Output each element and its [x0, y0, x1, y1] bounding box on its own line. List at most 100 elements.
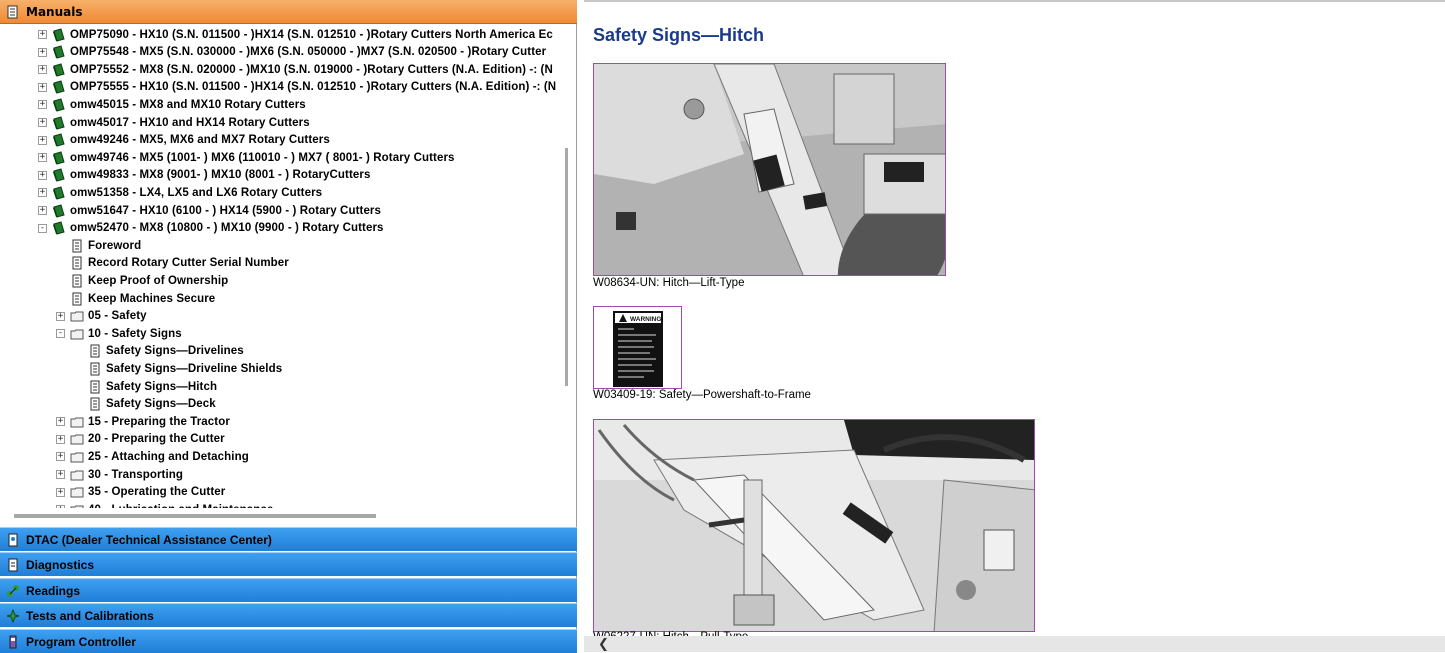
book-icon [53, 168, 65, 182]
tree-item[interactable]: +15 - Preparing the Tractor [56, 413, 230, 430]
expand-icon[interactable]: + [38, 47, 47, 57]
folder-icon [70, 311, 84, 322]
tree-item[interactable]: Keep Proof of Ownership [56, 272, 228, 289]
book-icon [53, 221, 65, 235]
book-icon [53, 27, 65, 42]
tree-item-label: OMP75090 - HX10 (S.N. 011500 - )HX14 (S.… [70, 28, 553, 41]
manuals-tree[interactable]: + OMP75090 - HX10 (S.N. 011500 - )HX14 (S… [6, 24, 566, 508]
tree-item[interactable]: + omw45017 - HX10 and HX14 Rotary Cutters [38, 114, 310, 131]
tree-item[interactable]: - 10 - Safety Signs [56, 325, 182, 342]
tree-item[interactable]: + omw51647 - HX10 (6100 - ) HX14 (5900 - … [38, 202, 381, 219]
warning-decal-text: WARNING [630, 316, 661, 323]
tree-item[interactable]: - omw52470 - MX8 (10800 - ) MX10 (9900 - … [38, 220, 384, 237]
tree-item[interactable]: + omw49746 - MX5 (1001- ) MX6 (110010 - )… [38, 149, 455, 166]
expand-icon[interactable]: + [38, 206, 47, 215]
page-title: Safety Signs—Hitch [593, 25, 765, 45]
expand-icon[interactable]: + [38, 30, 47, 39]
page-icon [90, 362, 100, 376]
folder-icon [70, 487, 84, 498]
tree-item[interactable]: + OMP75552 - MX8 (S.N. 020000 - )MX10 (S.… [38, 61, 553, 78]
tree-item-label: 25 - Attaching and Detaching [88, 450, 249, 463]
scroll-left-icon[interactable]: ❮ [598, 637, 609, 652]
tree-item[interactable]: +25 - Attaching and Detaching [56, 448, 249, 465]
expand-icon[interactable]: + [56, 505, 65, 508]
tree-item-label: omw45015 - MX8 and MX10 Rotary Cutters [70, 98, 306, 111]
readings-icon [7, 584, 19, 597]
expand-icon[interactable]: + [56, 452, 65, 462]
expand-icon[interactable]: + [56, 487, 65, 497]
figure-caption: W03409-19: Safety—Powershaft-to-Frame [593, 389, 811, 401]
expand-icon[interactable]: + [38, 82, 47, 92]
tree-item-label: Foreword [88, 239, 142, 252]
expand-icon[interactable]: + [56, 311, 65, 321]
tree-item[interactable]: +05 - Safety [56, 308, 147, 325]
tree-item-label: 10 - Safety Signs [88, 327, 182, 340]
accordion-readings[interactable]: Readings [0, 578, 577, 602]
page-icon [72, 274, 82, 288]
figure-safety-powershaft[interactable]: WARNING [593, 306, 682, 389]
tree-item[interactable]: + omw49246 - MX5, MX6 and MX7 Rotary Cutt… [38, 132, 330, 149]
manuals-header[interactable]: Manuals [0, 0, 577, 24]
tree-item[interactable]: +40 - Lubrication and Maintenance [56, 501, 273, 508]
tree-item-label: Safety Signs—Hitch [106, 380, 218, 393]
content-horizontal-scrollbar[interactable]: ❮ [584, 636, 1445, 652]
book-icon [53, 151, 65, 165]
tree-item[interactable]: + omw49833 - MX8 (9001- ) MX10 (8001 - ) … [38, 167, 370, 184]
collapse-icon[interactable]: - [38, 223, 47, 233]
expand-icon[interactable]: + [56, 470, 65, 479]
figure-hitch-pull-type[interactable] [593, 419, 1035, 632]
folder-icon [70, 434, 84, 445]
tree-item[interactable]: Record Rotary Cutter Serial Number [56, 255, 289, 272]
tree-item-label: omw51647 - HX10 (6100 - ) HX14 (5900 - )… [70, 204, 382, 217]
expand-icon[interactable]: + [56, 417, 65, 427]
book-icon [53, 186, 65, 200]
expand-icon[interactable]: + [38, 170, 47, 180]
expand-icon[interactable]: + [38, 65, 47, 75]
accordion-tests[interactable]: Tests and Calibrations [0, 603, 577, 627]
tree-item[interactable]: + omw51358 - LX4, LX5 and LX6 Rotary Cutt… [38, 184, 322, 201]
expand-icon[interactable]: + [38, 135, 47, 145]
expand-icon[interactable]: + [38, 118, 47, 127]
tree-item-label: 40 - Lubrication and Maintenance [88, 504, 273, 508]
tree-item[interactable]: + OMP75548 - MX5 (S.N. 030000 - )MX6 (S.N… [38, 44, 546, 61]
expand-icon[interactable]: + [38, 188, 47, 198]
hitch-lift-type-image [594, 64, 945, 275]
tree-vertical-scrollbar[interactable] [564, 26, 570, 506]
page-icon [72, 256, 82, 270]
tree-item[interactable]: Safety Signs—Hitch [74, 378, 217, 395]
tree-item[interactable]: Keep Machines Secure [56, 290, 215, 307]
accordion-label: Readings [26, 583, 81, 598]
tree-item[interactable]: Safety Signs—Driveline Shields [74, 360, 282, 377]
tree-item[interactable]: Foreword [56, 237, 141, 254]
accordion-label: DTAC (Dealer Technical Assistance Center… [26, 532, 272, 547]
tree-item[interactable]: +30 - Transporting [56, 466, 183, 483]
tree-item[interactable]: +35 - Operating the Cutter [56, 484, 225, 501]
expand-icon[interactable]: + [38, 100, 47, 110]
tree-horizontal-scrollbar[interactable] [14, 514, 376, 518]
tree-item[interactable]: + OMP75555 - HX10 (S.N. 011500 - )HX14 (S… [38, 79, 556, 96]
expand-icon[interactable]: + [56, 434, 65, 444]
diagnostics-icon [8, 558, 18, 571]
accordion-label: Tests and Calibrations [26, 608, 154, 623]
tree-item-label: Safety Signs—Driveline Shields [106, 362, 283, 375]
accordion-dtac[interactable]: DTAC (Dealer Technical Assistance Center… [0, 527, 577, 551]
tree-item[interactable]: Safety Signs—Deck [74, 396, 216, 413]
tree-item[interactable]: + OMP75090 - HX10 (S.N. 011500 - )HX14 (S… [38, 26, 553, 43]
tree-item[interactable]: + omw45015 - MX8 and MX10 Rotary Cutters [38, 96, 306, 113]
accordion-program-controller[interactable]: Program Controller [0, 629, 577, 653]
accordion-label: Program Controller [26, 634, 137, 649]
manuals-header-label: Manuals [26, 4, 83, 19]
accordion-label: Diagnostics [26, 557, 95, 572]
book-icon [53, 80, 65, 94]
expand-icon[interactable]: + [38, 153, 47, 163]
tree-item[interactable]: Safety Signs—Drivelines [74, 343, 244, 360]
tree-item-label: OMP75555 - HX10 (S.N. 011500 - )HX14 (S.… [70, 81, 557, 94]
book-icon [53, 63, 65, 77]
folder-icon [70, 417, 84, 428]
collapse-icon[interactable]: - [56, 329, 65, 339]
book-icon [53, 115, 65, 130]
folder-icon [70, 470, 84, 480]
tree-item[interactable]: +20 - Preparing the Cutter [56, 431, 225, 448]
accordion-diagnostics[interactable]: Diagnostics [0, 552, 577, 576]
figure-hitch-lift-type[interactable] [593, 63, 946, 276]
